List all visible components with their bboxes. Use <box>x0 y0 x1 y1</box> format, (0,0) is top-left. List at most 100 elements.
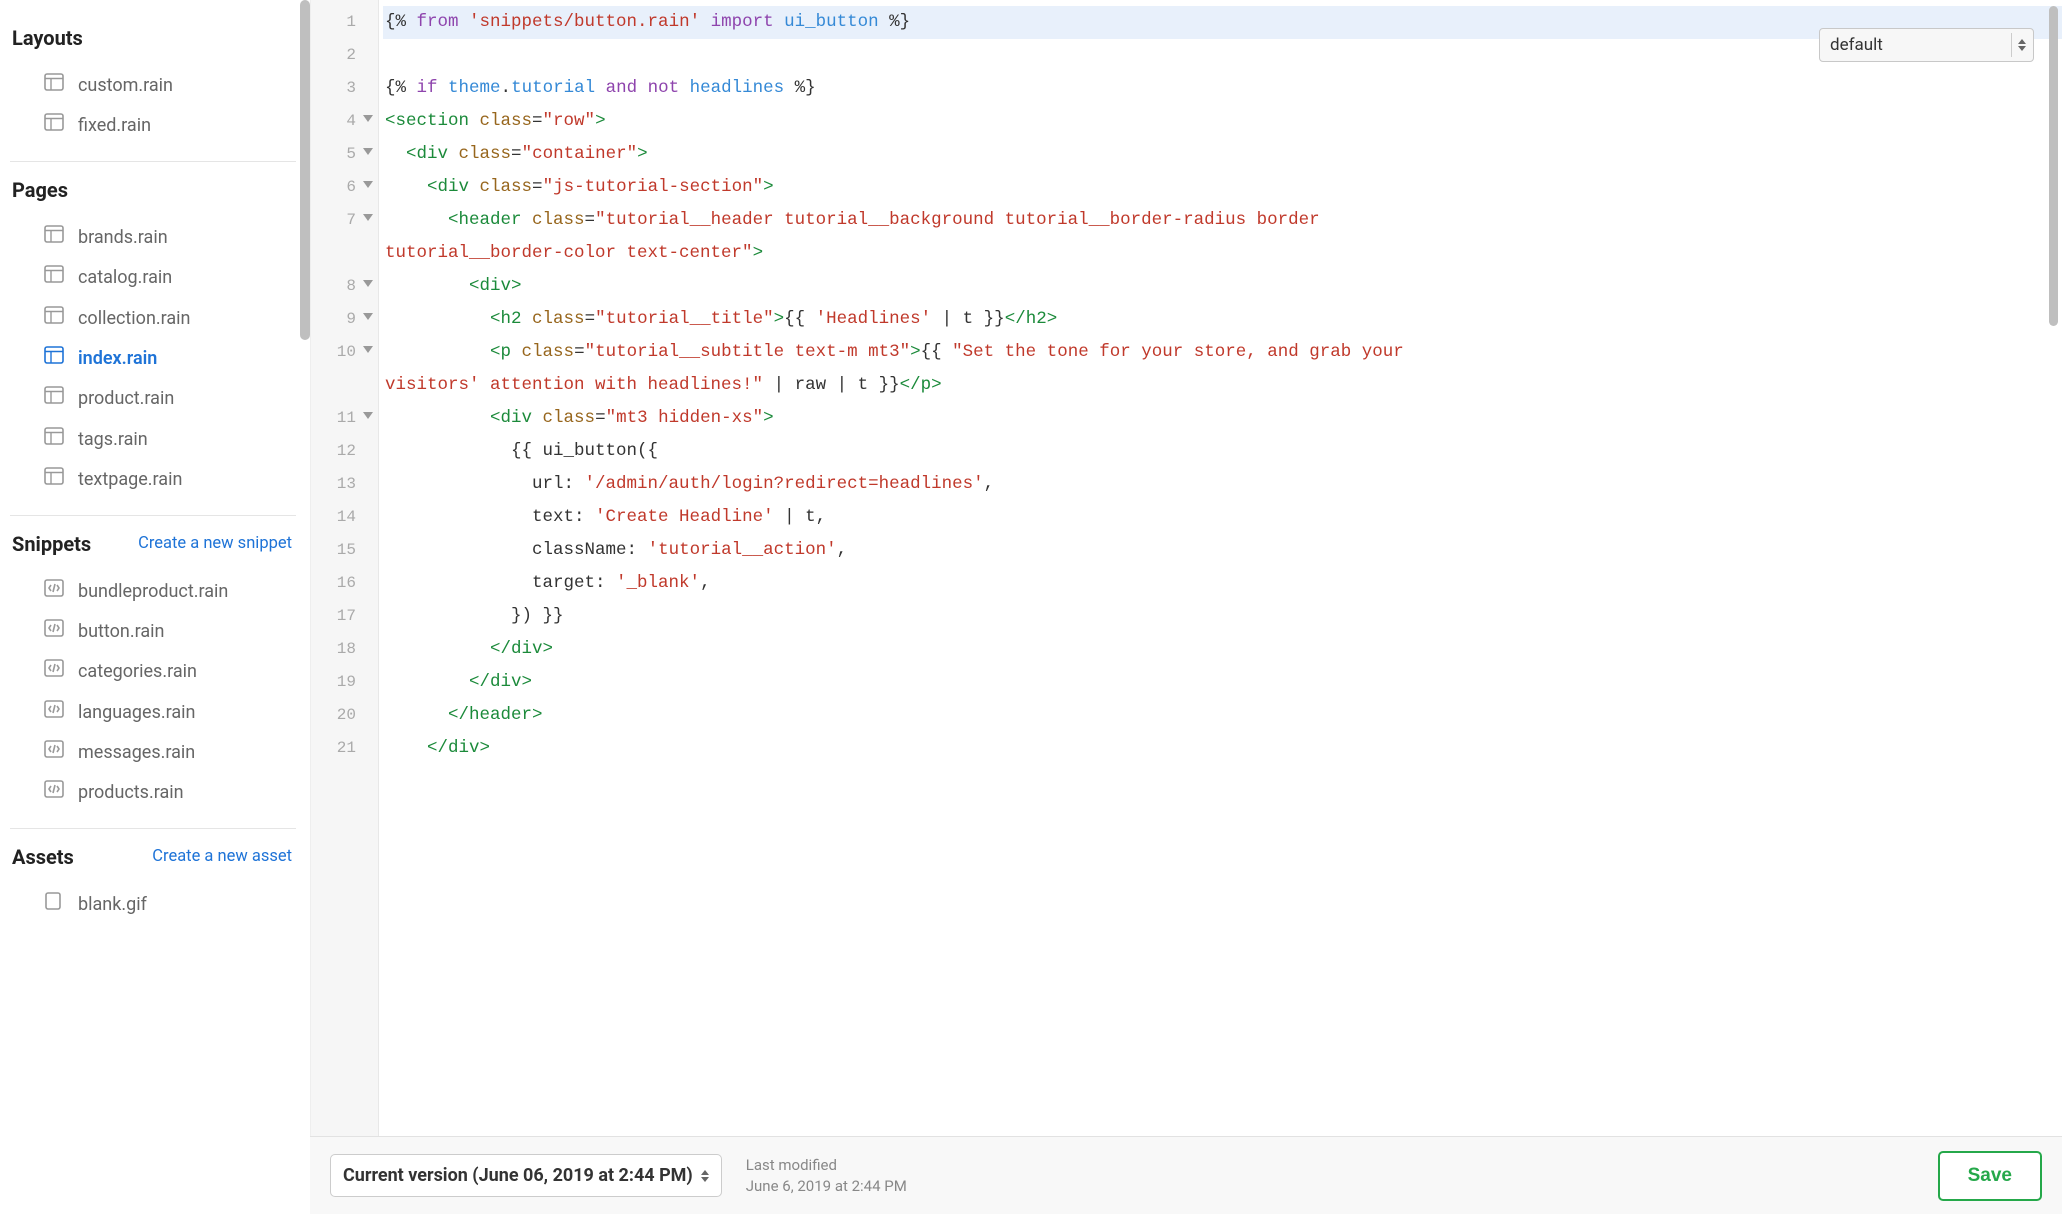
version-select[interactable]: Current version (June 06, 2019 at 2:44 P… <box>330 1154 722 1197</box>
last-modified: Last modified June 6, 2019 at 2:44 PM <box>746 1155 907 1197</box>
code-line[interactable]: <header class="tutorial__header tutorial… <box>383 204 2062 237</box>
sidebar: Layouts custom.rain fixed.rain Pages bra… <box>0 0 310 1214</box>
file-item-label: fixed.rain <box>78 110 151 142</box>
file-icon <box>44 424 64 456</box>
file-item[interactable]: brands.rain <box>10 218 310 258</box>
main: 123456789101112131415161718192021 {% fro… <box>310 0 2062 1214</box>
gutter-line: 14 <box>311 501 378 534</box>
editor-gutter: 123456789101112131415161718192021 <box>311 0 379 1136</box>
file-item[interactable]: index.rain <box>10 339 310 379</box>
file-item-label: button.rain <box>78 616 164 648</box>
file-icon <box>44 262 64 294</box>
gutter-line: 11 <box>311 402 378 435</box>
file-icon <box>44 697 64 729</box>
code-line[interactable]: <div class="mt3 hidden-xs"> <box>383 402 2062 435</box>
gutter-line: 13 <box>311 468 378 501</box>
last-modified-label: Last modified <box>746 1155 907 1176</box>
fold-icon[interactable] <box>363 181 373 188</box>
file-item[interactable]: languages.rain <box>10 693 310 733</box>
code-line[interactable]: <p class="tutorial__subtitle text-m mt3"… <box>383 336 2062 369</box>
code-line[interactable]: </header> <box>383 699 2062 732</box>
code-line[interactable] <box>383 39 2062 72</box>
file-item[interactable]: categories.rain <box>10 652 310 692</box>
file-item[interactable]: button.rain <box>10 612 310 652</box>
file-item[interactable]: messages.rain <box>10 733 310 773</box>
code-line[interactable]: <section class="row"> <box>383 105 2062 138</box>
section-title-snippets: Snippets <box>12 532 91 556</box>
gutter-line: 4 <box>311 105 378 138</box>
create-snippet-link[interactable]: Create a new snippet <box>138 534 292 553</box>
file-item-label: tags.rain <box>78 424 148 456</box>
code-line[interactable]: {% from 'snippets/button.rain' import ui… <box>383 6 2062 39</box>
gutter-line: 12 <box>311 435 378 468</box>
file-item-label: languages.rain <box>78 697 195 729</box>
file-item[interactable]: product.rain <box>10 379 310 419</box>
file-icon <box>44 616 64 648</box>
stepper-icon <box>2011 33 2027 57</box>
code-line[interactable]: </div> <box>383 633 2062 666</box>
file-icon <box>44 464 64 496</box>
code-line[interactable]: <div class="js-tutorial-section"> <box>383 171 2062 204</box>
section-title-pages: Pages <box>12 178 68 202</box>
file-item[interactable]: fixed.rain <box>10 106 310 146</box>
file-item-label: blank.gif <box>78 889 147 921</box>
file-item[interactable]: textpage.rain <box>10 460 310 500</box>
code-line[interactable]: }) }} <box>383 600 2062 633</box>
fold-icon[interactable] <box>363 115 373 122</box>
editor-scrollbar[interactable] <box>2049 6 2058 326</box>
editor-code[interactable]: {% from 'snippets/button.rain' import ui… <box>379 0 2062 1136</box>
fold-icon[interactable] <box>363 280 373 287</box>
file-icon <box>44 737 64 769</box>
file-item[interactable]: custom.rain <box>10 66 310 106</box>
file-item[interactable]: tags.rain <box>10 420 310 460</box>
chevron-updown-icon <box>701 1170 709 1182</box>
file-icon <box>44 70 64 102</box>
file-item[interactable]: catalog.rain <box>10 258 310 298</box>
create-asset-link[interactable]: Create a new asset <box>152 847 292 866</box>
gutter-line: 17 <box>311 600 378 633</box>
gutter-line: 6 <box>311 171 378 204</box>
file-item-label: catalog.rain <box>78 262 172 294</box>
code-line[interactable]: </div> <box>383 666 2062 699</box>
file-item-label: brands.rain <box>78 222 168 254</box>
section-header-assets: Assets Create a new asset <box>10 833 310 881</box>
code-editor[interactable]: 123456789101112131415161718192021 {% fro… <box>310 0 2062 1136</box>
fold-icon[interactable] <box>363 412 373 419</box>
gutter-line: 8 <box>311 270 378 303</box>
fold-icon[interactable] <box>363 214 373 221</box>
code-line[interactable]: url: '/admin/auth/login?redirect=headlin… <box>383 468 2062 501</box>
gutter-line: 1 <box>311 6 378 39</box>
file-item[interactable]: bundleproduct.rain <box>10 572 310 612</box>
gutter-line <box>311 237 378 270</box>
code-line[interactable]: tutorial__border-color text-center"> <box>383 237 2062 270</box>
fold-icon[interactable] <box>363 346 373 353</box>
file-item-label: products.rain <box>78 777 184 809</box>
fold-icon[interactable] <box>363 313 373 320</box>
gutter-line: 20 <box>311 699 378 732</box>
sidebar-scrollbar[interactable] <box>300 0 310 340</box>
language-select[interactable]: default <box>1819 28 2034 62</box>
save-button[interactable]: Save <box>1938 1151 2042 1201</box>
code-line[interactable]: <div> <box>383 270 2062 303</box>
language-select-value: default <box>1830 35 1883 55</box>
section-header-snippets: Snippets Create a new snippet <box>10 520 310 568</box>
assets-file-list: blank.gif <box>10 881 310 935</box>
section-title-assets: Assets <box>12 845 74 869</box>
file-item[interactable]: blank.gif <box>10 885 310 925</box>
file-item[interactable]: products.rain <box>10 773 310 813</box>
code-line[interactable]: className: 'tutorial__action', <box>383 534 2062 567</box>
code-line[interactable]: {% if theme.tutorial and not headlines %… <box>383 72 2062 105</box>
code-line[interactable]: target: '_blank', <box>383 567 2062 600</box>
code-line[interactable]: </div> <box>383 732 2062 765</box>
code-line[interactable]: visitors' attention with headlines!" | r… <box>383 369 2062 402</box>
file-icon <box>44 889 64 921</box>
file-icon <box>44 110 64 142</box>
code-line[interactable]: <h2 class="tutorial__title">{{ 'Headline… <box>383 303 2062 336</box>
code-line[interactable]: <div class="container"> <box>383 138 2062 171</box>
file-item-label: bundleproduct.rain <box>78 576 228 608</box>
code-line[interactable]: {{ ui_button({ <box>383 435 2062 468</box>
code-line[interactable]: text: 'Create Headline' | t, <box>383 501 2062 534</box>
fold-icon[interactable] <box>363 148 373 155</box>
last-modified-value: June 6, 2019 at 2:44 PM <box>746 1176 907 1197</box>
file-item[interactable]: collection.rain <box>10 299 310 339</box>
